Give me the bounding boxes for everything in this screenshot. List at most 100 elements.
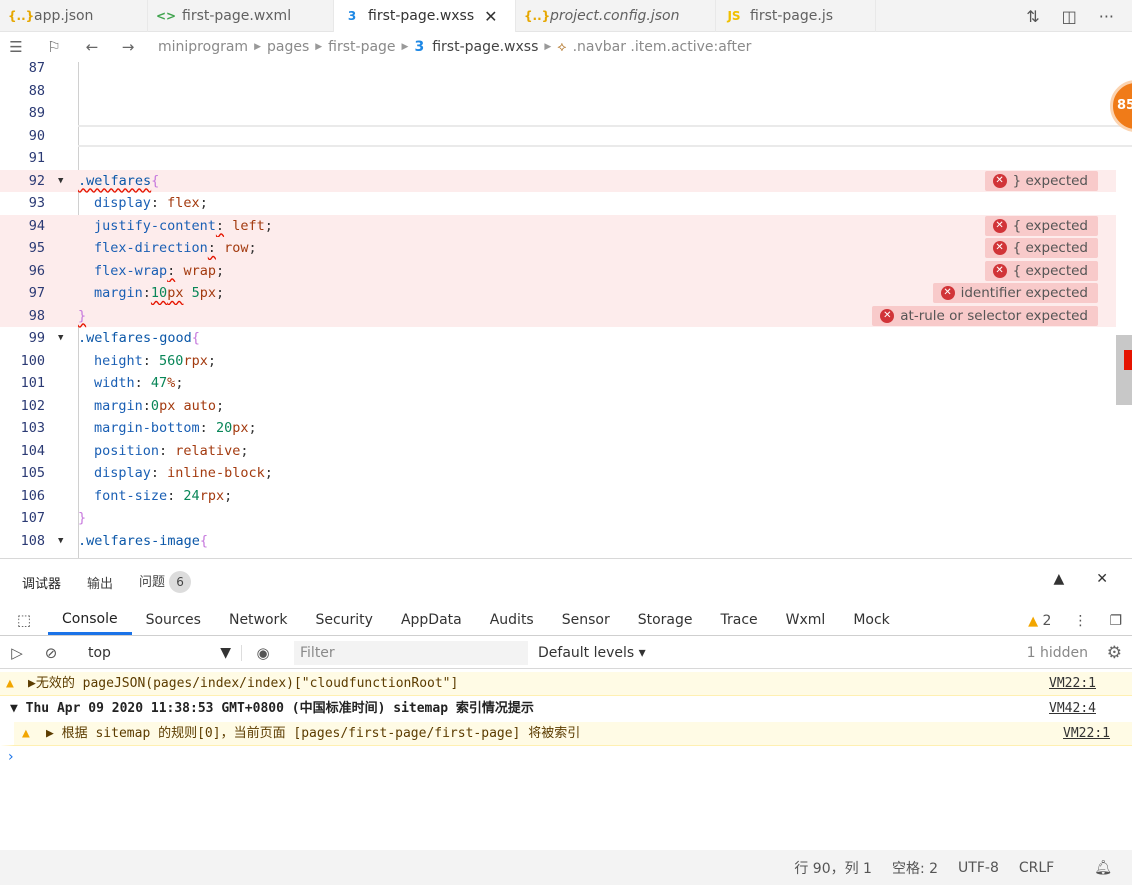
maximize-panel-icon[interactable]: ▲ <box>1053 571 1064 587</box>
breadcrumb: ☰ ⚐ ← → miniprogram ▶ pages ▶ first-page… <box>0 32 1132 62</box>
encoding[interactable]: UTF-8 <box>958 860 999 876</box>
error-icon: ✕ <box>992 173 1007 188</box>
tab-security[interactable]: Security <box>301 605 387 635</box>
sidebar-toggle-icon[interactable]: ▷ <box>0 644 34 662</box>
warning-icon: ▲ <box>1028 613 1039 629</box>
tab-app-json[interactable]: {..} app.json <box>0 0 148 32</box>
console-message[interactable]: ▲ ▶无效的 pageJSON(pages/index/index)["clou… <box>0 672 1132 696</box>
code-line: 93 display: flex; <box>0 192 1116 215</box>
forward-arrow-icon[interactable]: → <box>116 38 140 56</box>
fold-chevron-icon[interactable]: ▼ <box>58 170 63 193</box>
close-panel-icon[interactable]: ✕ <box>1096 571 1108 587</box>
line-number: 99 <box>28 330 45 346</box>
breadcrumb-item[interactable]: first-page <box>328 39 395 55</box>
line-number: 100 <box>20 352 45 369</box>
tab-output[interactable]: 输出 <box>87 573 113 592</box>
tab-appdata[interactable]: AppData <box>387 605 476 635</box>
tab-sources[interactable]: Sources <box>132 605 215 635</box>
breadcrumb-symbol[interactable]: .navbar .item.active:after <box>573 39 752 55</box>
more-vertical-icon[interactable]: ⋮ <box>1073 613 1087 629</box>
line-number: 91 <box>28 150 45 166</box>
tab-storage[interactable]: Storage <box>624 605 707 635</box>
tab-trace[interactable]: Trace <box>707 605 772 635</box>
undock-icon[interactable]: ❐ <box>1109 613 1122 629</box>
fold-chevron-icon[interactable]: ▼ <box>58 530 63 553</box>
console-prompt[interactable]: › <box>8 749 14 765</box>
tab-first-page-wxss[interactable]: 3 first-page.wxss ✕ <box>334 0 516 32</box>
tab-problems[interactable]: 问题 6 <box>139 571 192 593</box>
eye-icon[interactable]: ◉ <box>246 644 280 662</box>
line-number: 98 <box>28 307 45 324</box>
tab-first-page-wxml[interactable]: <> first-page.wxml <box>148 0 334 32</box>
code-line: 102 margin:0px auto; <box>0 395 1116 418</box>
tab-actions: ⇅ ◫ ··· <box>1026 0 1114 32</box>
error-badge: ✕{ expected <box>984 260 1098 281</box>
line-ending[interactable]: CRLF <box>1019 860 1054 876</box>
bell-icon[interactable]: 🔔︎ <box>1094 860 1112 876</box>
line-number: 92 <box>28 172 45 189</box>
tab-network[interactable]: Network <box>215 605 301 635</box>
line-number: 101 <box>20 375 45 391</box>
indentation[interactable]: 空格: 2 <box>892 858 938 878</box>
tab-sensor[interactable]: Sensor <box>548 605 624 635</box>
tab-project-config-json[interactable]: {..} project.config.json <box>516 0 716 32</box>
tab-audits[interactable]: Audits <box>476 605 548 635</box>
cursor-position[interactable]: 行 90，列 1 <box>794 858 872 878</box>
error-badge: ✕{ expected <box>984 215 1098 236</box>
error-icon: ✕ <box>880 308 895 323</box>
tab-console[interactable]: Console <box>48 605 132 635</box>
tab-wxml[interactable]: Wxml <box>772 605 840 635</box>
wxml-file-icon: <> <box>156 9 177 23</box>
line-number: 106 <box>20 487 45 504</box>
log-levels-dropdown[interactable]: Default levels ▾ <box>538 645 646 661</box>
fold-chevron-icon[interactable]: ▼ <box>58 327 63 350</box>
bookmark-icon[interactable]: ⚐ <box>42 38 66 56</box>
error-badge: ✕} expected <box>984 170 1098 191</box>
source-link[interactable]: VM42:4 <box>1049 697 1096 721</box>
warning-icon: ▲ <box>6 676 14 691</box>
error-icon: ✕ <box>992 218 1007 233</box>
tab-debugger[interactable]: 调试器 <box>22 573 61 592</box>
code-line: 107 } <box>0 507 1116 530</box>
list-icon[interactable]: ☰ <box>4 38 28 56</box>
devtools-tabs: ⬚ Console Sources Network Security AppDa… <box>0 605 1132 636</box>
caret-down-icon: ▾ <box>638 644 646 661</box>
source-link[interactable]: VM22:1 <box>1049 672 1096 696</box>
line-number: 103 <box>20 420 45 436</box>
hidden-count: 1 hidden <box>1026 644 1088 661</box>
code-line: 106 font-size: 24rpx; <box>0 485 1116 508</box>
chevron-right-icon: ▶ <box>254 42 261 52</box>
source-link[interactable]: VM22:1 <box>1063 722 1110 746</box>
css-file-icon: 3 <box>414 39 425 55</box>
breadcrumb-item[interactable]: miniprogram <box>158 39 248 55</box>
context-selector[interactable]: top ▼ <box>72 644 242 661</box>
breadcrumb-file[interactable]: first-page.wxss <box>432 39 538 55</box>
inspect-element-icon[interactable]: ⬚ <box>0 605 48 635</box>
chevron-right-icon: ▶ <box>544 42 552 52</box>
more-icon[interactable]: ··· <box>1099 7 1114 26</box>
clear-console-icon[interactable]: ⊘ <box>34 644 68 662</box>
filter-input[interactable]: Filter <box>294 640 528 665</box>
back-arrow-icon[interactable]: ← <box>80 38 104 56</box>
error-icon: ✕ <box>992 263 1007 278</box>
bottom-panel: 调试器 输出 问题 6 ▲ ✕ ⬚ Console Sources Network… <box>0 558 1132 850</box>
warnings-counter[interactable]: ▲ 2 <box>1028 613 1051 629</box>
editor-scrollbar[interactable] <box>1116 335 1132 405</box>
code-line: 104 position: relative; <box>0 440 1116 463</box>
split-editor-icon[interactable]: ◫ <box>1062 7 1077 26</box>
compare-icon[interactable]: ⇅ <box>1026 7 1039 26</box>
breadcrumb-item[interactable]: pages <box>267 39 309 55</box>
chevron-right-icon: ▶ <box>401 42 409 52</box>
console-message[interactable]: ▲ ▶ 根据 sitemap 的规则[0]，当前页面 [pages/first-… <box>0 722 1132 746</box>
code-line: 97 margin:10px 5px; ✕ identifier expected <box>0 282 1116 305</box>
code-line: 105 display: inline-block; <box>0 462 1116 485</box>
code-line: 92 ▼ .welfares{ ✕} expected <box>0 169 1116 193</box>
code-editor[interactable]: 87 88 89 90 91 92 ▼ .welfares{ ✕} expect… <box>0 62 1132 558</box>
gear-icon[interactable]: ⚙ <box>1107 643 1122 663</box>
console-group[interactable]: ▼ Thu Apr 09 2020 11:38:53 GMT+0800 (中国标… <box>0 697 1132 721</box>
tab-mock[interactable]: Mock <box>839 605 903 635</box>
code-line: 94 justify-content: left; ✕{ expected <box>0 214 1116 237</box>
tab-first-page-js[interactable]: JS first-page.js <box>716 0 876 32</box>
close-icon[interactable]: ✕ <box>484 7 497 26</box>
code-line: 98 } ✕ at-rule or selector expected <box>0 304 1116 327</box>
